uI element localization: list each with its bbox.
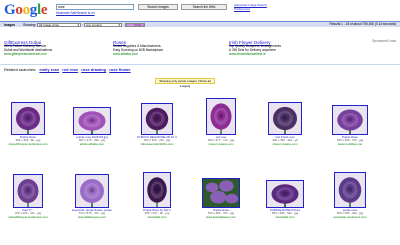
image-result: keywords: purple flower, purple rose573 …	[72, 168, 112, 219]
image-source-url: sheredthisyear.wordpress.com	[8, 215, 48, 219]
image-result: ZYMAXX REALROSE 2D 10 roses300 x 300 - 1…	[137, 95, 177, 146]
image-source-url: www.justwallpaper.com	[206, 215, 236, 219]
chevron-down-icon: ▾	[77, 22, 79, 27]
related-link[interactable]: emily rose	[39, 67, 59, 72]
image-result: Cool 77... 375 x 426 - 41k - jpg sheredthi…	[8, 168, 48, 219]
logo-letter: e	[40, 2, 48, 18]
color-filter-notice[interactable]: Showing only purple images. [Show all im…	[155, 78, 215, 88]
thumbnail-image[interactable]	[75, 174, 109, 208]
thumbnail-image[interactable]	[266, 180, 304, 208]
google-logo[interactable]: Google	[4, 2, 48, 18]
image-source-url: sheredthisyear.wordpress.com	[8, 142, 48, 146]
sponsored-ad: Roses Roses Suppliers & Manufacturers. Eas…	[113, 40, 223, 56]
logo-letter: G	[4, 2, 16, 18]
image-source-url: www.myspace.com	[208, 142, 234, 146]
thumbnail-image[interactable]	[206, 98, 236, 135]
image-result: PURPLE ROSE Picture 650 x 484 - 52k - jpg…	[265, 168, 305, 219]
thumbnail-image[interactable]	[334, 172, 366, 208]
logo-letter: o	[15, 2, 23, 18]
thumbnail-image[interactable]	[13, 174, 43, 208]
thumbnail-frame	[137, 95, 177, 135]
image-result: purple-rose-1024233.jpg 500 x 375 - 26k -…	[72, 95, 112, 146]
image-result: Get Fresh now 400 x 392 - 20k - gif www.my…	[265, 95, 305, 146]
ads-divider	[0, 64, 400, 65]
content-select-value: Any content	[86, 22, 102, 27]
color-select[interactable]: Color ▾	[125, 22, 145, 28]
sponsored-ad: GiftExpress Dubai Gift & Flower Delivery …	[4, 40, 114, 56]
thumbnail-image[interactable]	[202, 178, 240, 208]
thumbnail-frame	[265, 168, 305, 208]
thumbnail-image[interactable]	[332, 105, 368, 135]
size-select-value: All image sizes	[39, 22, 60, 27]
ad-url: www.bloomsfloristdirect.ie	[229, 51, 266, 56]
image-result: purple-rose 500 x 556 - 43k - jpg petersti…	[330, 168, 370, 219]
image-source-url: peterstipp.wordpress.com	[333, 215, 367, 219]
thumbnail-image[interactable]	[11, 102, 45, 135]
related-link[interactable]: red rose	[62, 67, 78, 72]
thumbnail-image[interactable]	[143, 172, 171, 208]
thumbnail-image[interactable]	[73, 107, 111, 135]
thumbnail-frame	[72, 168, 112, 208]
thumbnail-frame	[330, 168, 370, 208]
content-select[interactable]: Any content ▾	[84, 22, 122, 28]
showing-label: Showing:	[23, 23, 37, 27]
related-link[interactable]: rose drawing	[81, 67, 106, 72]
chevron-down-icon: ▾	[118, 22, 120, 27]
safesearch-link[interactable]: Moderate SafeSearch is on	[56, 11, 95, 16]
thumbnail-image[interactable]	[268, 102, 302, 135]
preferences-link[interactable]: Preferences	[234, 7, 250, 11]
image-source-url: www.flickr.com	[147, 215, 167, 219]
image-result: Purple Rose 575 x 482 - 37k - jpg www.just…	[201, 168, 241, 219]
size-select[interactable]: All image sizes ▾	[37, 22, 81, 28]
thumbnail-frame	[8, 95, 48, 135]
thumbnail-frame	[330, 95, 370, 135]
ad-url: www.alibaba.com	[113, 51, 138, 56]
thumbnail-image[interactable]	[141, 103, 173, 135]
image-source-url: www.allaboutyou.com	[78, 215, 106, 219]
image-result: Purple Rose by Kiiit 1 355 x 467 - 9k - j…	[137, 168, 177, 219]
toolbar-label: Images	[4, 23, 15, 27]
image-source-url: www.muddfans.net	[337, 142, 363, 146]
thumbnail-frame	[265, 95, 305, 135]
image-toolbar: Images Showing: All image sizes ▾ Any con…	[0, 21, 400, 28]
color-select-value: Color	[127, 22, 135, 27]
related-label: Related searches:	[4, 67, 37, 72]
thumbnail-frame	[201, 168, 241, 208]
thumbnail-frame	[201, 95, 241, 135]
image-result: red rose 300 x 377 - 17k - jpg www.myspace…	[201, 95, 241, 146]
image-source-url: www.myspace.com	[272, 142, 298, 146]
search-images-button[interactable]: Search Images	[138, 4, 178, 10]
image-result: Purple Rose 645 x 396 - 37k - jpg www.mudd…	[330, 95, 370, 146]
logo-letter: o	[22, 2, 31, 18]
chevron-down-icon: ▾	[141, 22, 143, 27]
search-web-button[interactable]: Search the Web	[181, 4, 227, 10]
related-searches: Related searches: emily rose red rose ro…	[4, 67, 131, 72]
image-source-url: article.alibaba.com	[79, 142, 105, 146]
image-source-url: www.flickr.com	[275, 215, 295, 219]
image-result: Purple Rose 306 x 300 - 8k - jpg sheredthi…	[8, 95, 48, 146]
logo-letter: g	[29, 2, 38, 18]
search-input[interactable]: rose	[56, 4, 134, 10]
ad-url: www.giftexpressuniversal.com	[4, 51, 47, 56]
image-source-url: zdnewswonderfulthis.com	[140, 142, 174, 146]
thumbnail-frame	[137, 168, 177, 208]
thumbnail-frame	[72, 95, 112, 135]
sponsored-ad: Irish Flower Delivery Top Quality Bouquet…	[229, 40, 339, 56]
sponsored-label: Sponsored Links	[372, 39, 396, 43]
thumbnail-frame	[8, 168, 48, 208]
related-link[interactable]: rose flower	[109, 67, 130, 72]
results-count: Results 1 - 18 of about 795,000 (0.14 se…	[329, 22, 396, 26]
